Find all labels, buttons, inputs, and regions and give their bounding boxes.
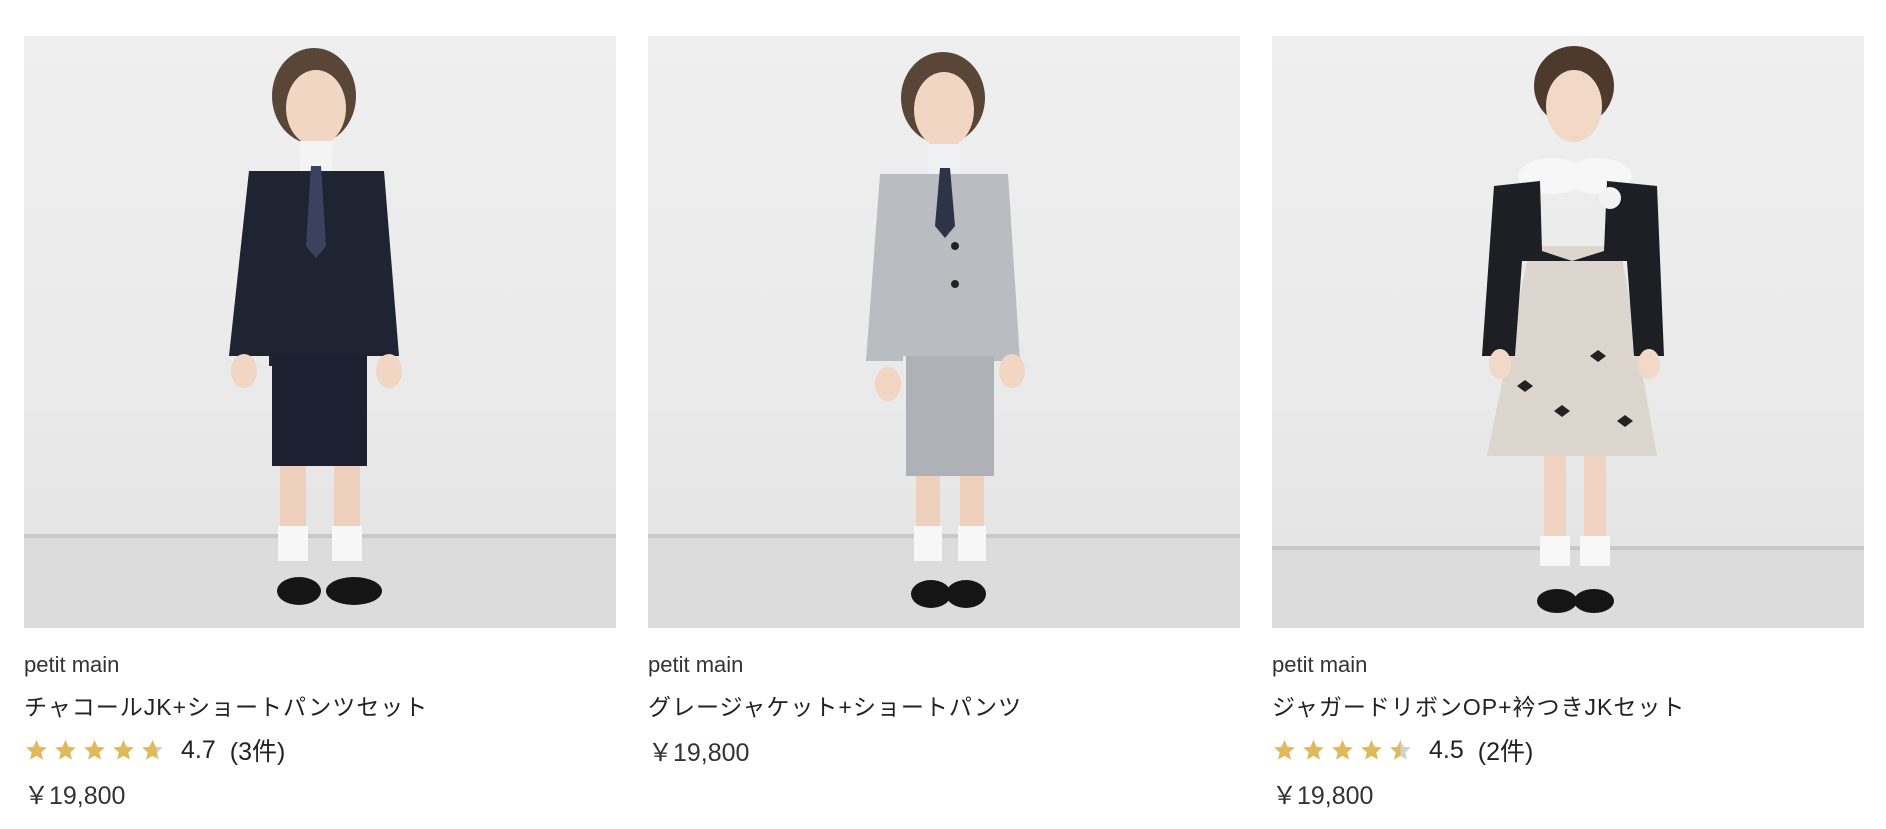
star-icon [1390, 739, 1411, 760]
rating-value: 4.7 [181, 735, 216, 764]
product-brand: petit main [24, 652, 120, 677]
product-image[interactable] [648, 36, 1240, 628]
star-icon [26, 739, 47, 760]
review-count-link[interactable]: (3件) [230, 732, 286, 768]
star-icon [1332, 739, 1353, 760]
product-rating: 4.7 (3件) [24, 733, 616, 767]
product-name[interactable]: グレージャケット+ショートパンツ [648, 692, 1240, 722]
product-rating: 4.5 (2件) [1272, 733, 1864, 767]
product-photo-illustration [1272, 46, 1864, 628]
product-brand: petit main [648, 652, 744, 677]
product-card[interactable]: petit main グレージャケット+ショートパンツ ￥19,800 [648, 36, 1240, 812]
product-image[interactable] [1272, 36, 1864, 628]
product-photo-illustration [24, 48, 616, 628]
product-card[interactable]: petit main ジャガードリボンOP+衿つきJKセット 4.5 (2件) … [1272, 36, 1864, 812]
star-icon [142, 739, 163, 760]
product-price: ￥19,800 [1272, 782, 1374, 810]
product-photo-illustration [648, 52, 1240, 628]
product-card[interactable]: petit main チャコールJK+ショートパンツセット 4.7 (3件) ￥… [24, 36, 616, 812]
rating-value: 4.5 [1429, 735, 1464, 764]
rating-stars [1272, 738, 1413, 763]
star-icon [1361, 739, 1382, 760]
product-grid: petit main チャコールJK+ショートパンツセット 4.7 (3件) ￥… [24, 36, 1864, 812]
star-icon [113, 739, 134, 760]
star-icon [84, 739, 105, 760]
star-icon [1303, 739, 1324, 760]
star-icon [55, 739, 76, 760]
rating-stars [24, 738, 165, 763]
product-price: ￥19,800 [648, 739, 750, 767]
product-name[interactable]: ジャガードリボンOP+衿つきJKセット [1272, 692, 1864, 722]
product-name[interactable]: チャコールJK+ショートパンツセット [24, 692, 616, 722]
star-icon [1274, 739, 1295, 760]
product-brand: petit main [1272, 652, 1368, 677]
product-image[interactable] [24, 36, 616, 628]
product-price: ￥19,800 [24, 782, 126, 810]
review-count-link[interactable]: (2件) [1478, 732, 1534, 768]
